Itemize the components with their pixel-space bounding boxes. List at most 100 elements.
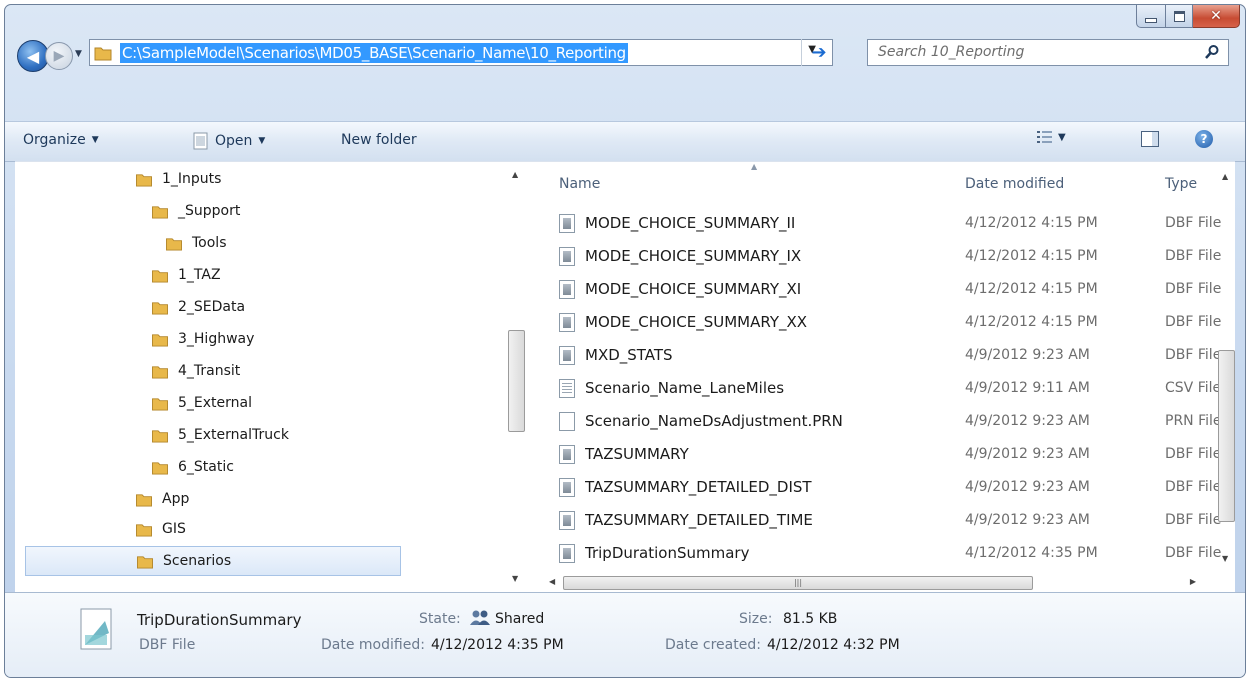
navigation-scroll-thumb[interactable]: [508, 330, 525, 432]
file-type: DBF File: [1165, 347, 1222, 363]
nav-tree-label: 5_External: [178, 395, 252, 411]
file-type: DBF File: [1165, 248, 1222, 264]
scroll-right-icon[interactable]: ▶: [1190, 577, 1196, 586]
go-button[interactable]: ➔: [801, 39, 836, 66]
preview-pane-button[interactable]: [1141, 131, 1159, 147]
nav-tree-item[interactable]: Scenarios: [25, 546, 401, 576]
scroll-down-icon[interactable]: ▼: [512, 574, 518, 583]
date-created-label: Date created:: [665, 637, 761, 653]
nav-tree-item[interactable]: _Support: [151, 196, 240, 226]
organize-button[interactable]: Organize ▼: [23, 132, 99, 148]
maximize-button[interactable]: [1166, 5, 1193, 28]
nav-tree-item[interactable]: 4_Transit: [151, 356, 240, 386]
file-name: Scenario_Name_LaneMiles: [585, 379, 785, 397]
file-type: DBF File: [1165, 512, 1222, 528]
file-row[interactable]: MODE_CHOICE_SUMMARY_II 4/12/2012 4:15 PM D…: [559, 208, 1221, 238]
file-row[interactable]: TripDurationSummary 4/12/2012 4:35 PM DBF …: [559, 538, 1221, 568]
nav-tree-item[interactable]: Tools: [165, 228, 227, 258]
file-row[interactable]: MXD_STATS 4/9/2012 9:23 AM DBF File: [559, 340, 1221, 370]
file-row[interactable]: Scenario_NameDsAdjustment.PRN 4/9/2012 9:…: [559, 406, 1222, 436]
back-arrow-icon: ◀: [26, 46, 40, 66]
column-header-date[interactable]: Date modified: [965, 176, 1064, 192]
file-type: CSV File: [1165, 380, 1222, 396]
nav-tree-item[interactable]: 1_Inputs: [135, 164, 221, 194]
file-row[interactable]: TAZSUMMARY_DETAILED_DIST 4/9/2012 9:23 AM…: [559, 472, 1221, 502]
nav-tree-item[interactable]: 1_TAZ: [151, 260, 221, 290]
organize-label: Organize: [23, 132, 86, 148]
nav-tree-item[interactable]: 6_Static: [151, 452, 234, 482]
file-list-scroll-thumb[interactable]: [1218, 350, 1235, 522]
scroll-up-icon[interactable]: ▲: [512, 170, 518, 179]
scroll-up-icon[interactable]: ▲: [1222, 172, 1228, 181]
file-name: MODE_CHOICE_SUMMARY_XX: [585, 313, 808, 331]
nav-tree-label: Tools: [192, 235, 227, 251]
file-name: TripDurationSummary: [585, 544, 750, 562]
file-type: DBF File: [1165, 479, 1222, 495]
maximize-icon: [1173, 10, 1185, 22]
horizontal-scroll-thumb[interactable]: |||: [563, 576, 1033, 590]
scroll-left-icon[interactable]: ◀: [549, 577, 555, 586]
nav-tree-item[interactable]: GIS: [135, 514, 186, 544]
prn-file-icon: [559, 411, 575, 431]
nav-tree-label: Scenarios: [163, 553, 232, 569]
folder-icon: [152, 269, 168, 283]
details-file-type: DBF File: [139, 637, 196, 653]
folder-icon: [152, 429, 168, 443]
change-view-button[interactable]: ▼: [1037, 130, 1066, 144]
chevron-down-icon: ▼: [258, 136, 266, 146]
nav-tree-item[interactable]: App: [135, 484, 189, 514]
details-file-name: TripDurationSummary: [137, 611, 302, 629]
search-input[interactable]: [868, 40, 1198, 63]
close-icon: ✕: [1210, 8, 1222, 24]
date-modified-label: Date modified:: [321, 637, 425, 653]
address-bar[interactable]: C:\SampleModel\Scenarios\MD05_BASE\Scena…: [89, 39, 833, 66]
navigation-row: ◀ ▶ ▼ C:\SampleModel\Scenarios\MD05_BASE…: [5, 33, 1245, 77]
folder-icon: [94, 43, 114, 63]
dbf-file-icon: [559, 510, 575, 530]
details-pane: TripDurationSummary DBF File State: Shar…: [5, 592, 1245, 677]
file-row[interactable]: TAZSUMMARY_DETAILED_TIME 4/9/2012 9:23 AM…: [559, 505, 1221, 535]
minimize-button[interactable]: [1136, 5, 1166, 28]
nav-tree-item[interactable]: 3_Highway: [151, 324, 254, 354]
file-date-modified: 4/12/2012 4:15 PM: [965, 281, 1098, 297]
nav-tree-item[interactable]: 5_ExternalTruck: [151, 420, 289, 450]
column-header-name[interactable]: Name: [559, 176, 600, 192]
search-icon[interactable]: [1204, 44, 1220, 60]
open-button[interactable]: Open ▼: [193, 132, 265, 150]
file-list: Name ▲ Date modified Type MODE_CHOICE_SU…: [545, 162, 1235, 592]
file-row[interactable]: MODE_CHOICE_SUMMARY_IX 4/12/2012 4:15 PM D…: [559, 241, 1221, 271]
close-button[interactable]: ✕: [1193, 5, 1240, 28]
nav-tree-item[interactable]: 2_SEData: [151, 292, 245, 322]
dbf-file-icon: [80, 608, 112, 650]
forward-button[interactable]: ▶: [45, 42, 73, 70]
minimize-icon: [1145, 17, 1157, 23]
file-name: MODE_CHOICE_SUMMARY_XI: [585, 280, 802, 298]
dbf-file-icon: [559, 477, 575, 497]
new-folder-button[interactable]: New folder: [341, 132, 417, 148]
file-date-modified: 4/9/2012 9:11 AM: [965, 380, 1090, 396]
file-row[interactable]: TAZSUMMARY 4/9/2012 9:23 AM DBF File: [559, 439, 1221, 469]
date-modified-value: 4/12/2012 4:35 PM: [431, 637, 564, 653]
scroll-down-icon[interactable]: ▼: [1222, 554, 1228, 563]
state-value: Shared: [495, 611, 545, 627]
recent-pages-dropdown[interactable]: ▼: [75, 49, 82, 59]
forward-arrow-icon: ▶: [53, 48, 65, 64]
file-row[interactable]: Scenario_Name_LaneMiles 4/9/2012 9:11 AM C…: [559, 373, 1221, 403]
folder-icon: [166, 237, 182, 251]
column-header-type[interactable]: Type: [1165, 176, 1197, 192]
navigation-scrollbar[interactable]: ▲ ▼: [508, 162, 525, 592]
navigation-pane: 1_Inputs _Support Tools 1_TAZ 2_SEData 3_High…: [15, 162, 533, 592]
nav-tree-item[interactable]: 5_External: [151, 388, 252, 418]
file-name: TAZSUMMARY_DETAILED_TIME: [585, 511, 813, 529]
chevron-down-icon: ▼: [91, 135, 99, 145]
folder-icon: [137, 555, 153, 569]
help-button[interactable]: ?: [1195, 130, 1213, 148]
nav-tree-label: 5_ExternalTruck: [178, 427, 289, 443]
file-list-scrollbar[interactable]: ▲ ▼: [1218, 162, 1235, 572]
file-list-horizontal-scrollbar[interactable]: ◀ ||| ▶: [545, 574, 1218, 592]
file-row[interactable]: MODE_CHOICE_SUMMARY_XI 4/12/2012 4:15 PM D…: [559, 274, 1221, 304]
file-name: MODE_CHOICE_SUMMARY_IX: [585, 247, 802, 265]
folder-icon: [152, 397, 168, 411]
file-row[interactable]: MODE_CHOICE_SUMMARY_XX 4/12/2012 4:15 PM D…: [559, 307, 1221, 337]
address-path[interactable]: C:\SampleModel\Scenarios\MD05_BASE\Scena…: [120, 42, 628, 63]
